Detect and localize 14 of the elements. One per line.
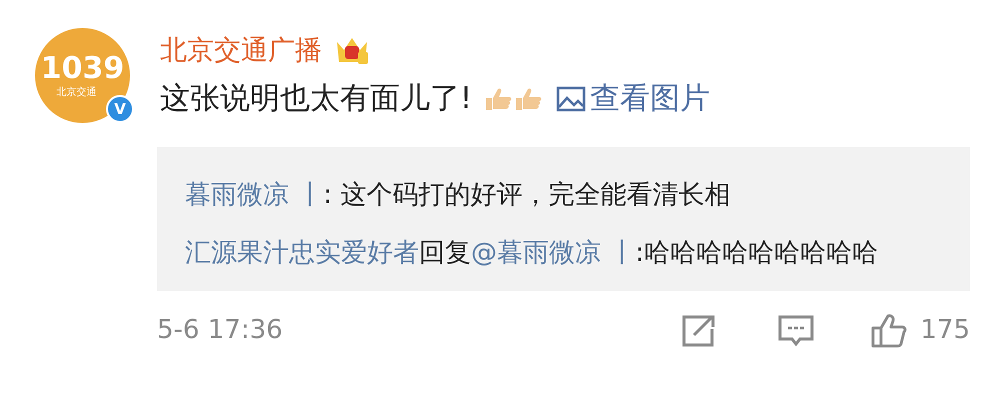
share-icon[interactable] [682, 314, 716, 346]
post-time: 5-6 17:36 [157, 314, 283, 347]
comment-icon[interactable] [778, 314, 814, 346]
avatar-number: 1039 [40, 54, 124, 84]
image-icon [556, 85, 586, 113]
reply-text: 汇源果汁忠实爱好者回复@暮雨微凉 丨:哈哈哈哈哈哈哈哈哈 [185, 237, 880, 270]
view-image-link[interactable]: 查看图片 [556, 84, 710, 114]
thumbs-up-icon [870, 312, 908, 348]
verified-badge: V [106, 95, 134, 123]
like-button[interactable]: 175 [870, 311, 970, 350]
reply-text: 暮雨微凉 丨: 这个码打的好评，完全能看清长相 [185, 179, 732, 212]
author-name[interactable]: 北京交通广播 [160, 36, 322, 64]
avatar-caption: 北京交通 [56, 88, 96, 98]
post-text: 这张说明也太有面儿了! [160, 84, 472, 114]
